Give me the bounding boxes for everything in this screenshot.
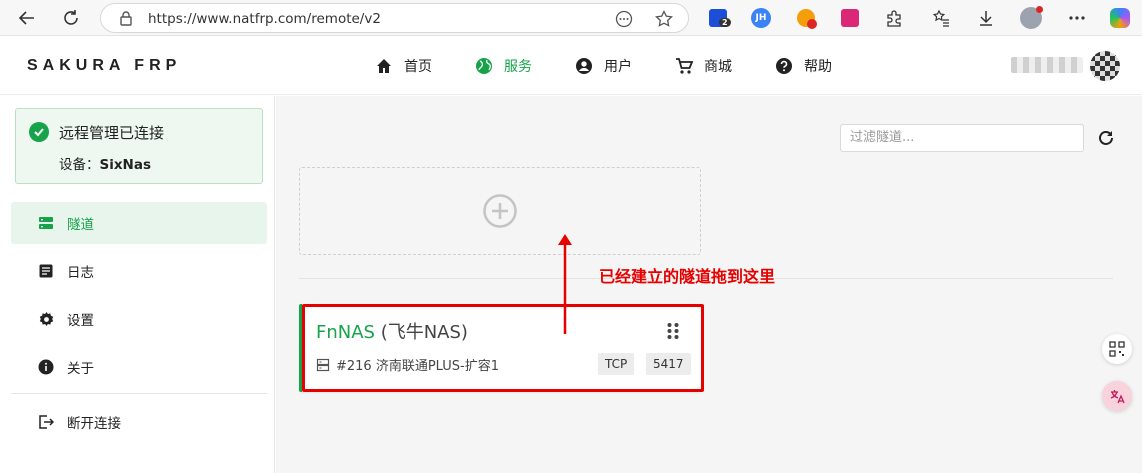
annotation-arrow-icon [558, 234, 572, 334]
extension-trello-icon[interactable]: 2 [707, 7, 731, 29]
more-menu-icon[interactable] [1066, 7, 1088, 29]
account-icon [574, 56, 594, 76]
nav-label: 商城 [704, 59, 732, 75]
nav-label: 首页 [404, 59, 432, 75]
sidebar-item-label: 设置 [67, 313, 94, 329]
device-info: 设备：SixNas [59, 153, 151, 173]
app-header: SAKURA FRP 首页 服务 用户 商城 帮助 [0, 37, 1142, 95]
browser-toolbar: https://www.natfrp.com/remote/v2 2 JH [0, 0, 1142, 36]
filter-input[interactable]: 过滤隧道... [840, 124, 1084, 152]
add-circle-icon[interactable] [482, 193, 518, 229]
annotation-highlight-box [302, 304, 704, 392]
reload-icon [64, 10, 78, 25]
help-icon [774, 56, 794, 76]
nav-label: 帮助 [804, 59, 832, 75]
nav-help[interactable]: 帮助 [774, 55, 832, 77]
extension-badge: 2 [719, 18, 731, 27]
back-arrow-icon [18, 11, 34, 25]
tunnel-icon [37, 214, 55, 232]
home-icon [374, 56, 394, 76]
refresh-icon [1099, 131, 1113, 145]
remote-status-card: 远程管理已连接 设备：SixNas [15, 108, 263, 184]
address-bar[interactable]: https://www.natfrp.com/remote/v2 [100, 3, 689, 33]
back-button[interactable] [15, 6, 39, 30]
nav-user[interactable]: 用户 [574, 55, 632, 77]
qr-icon [1109, 341, 1125, 357]
globe-icon [474, 56, 494, 76]
cart-icon [674, 56, 694, 76]
device-name: SixNas [99, 157, 152, 173]
sidebar-item-about[interactable]: 关于 [11, 346, 267, 388]
download-icon[interactable] [975, 7, 997, 29]
sidebar-item-tunnels[interactable]: 隧道 [11, 202, 267, 244]
device-label: 设备： [59, 157, 100, 173]
favorites-list-icon[interactable] [930, 7, 952, 29]
nav-label: 服务 [504, 59, 532, 75]
log-icon [37, 262, 55, 280]
nav-service[interactable]: 服务 [474, 55, 532, 77]
sidebar-item-settings[interactable]: 设置 [11, 298, 267, 340]
translate-icon [1110, 390, 1125, 404]
nav-label: 用户 [604, 59, 632, 75]
lock-icon [120, 11, 132, 26]
user-avatar[interactable] [1090, 51, 1120, 81]
sidebar-divider [11, 393, 267, 394]
sidebar-item-label: 断开连接 [67, 416, 121, 432]
username-blurred[interactable] [1011, 57, 1083, 73]
sidebar-item-label: 日志 [67, 265, 94, 281]
jh-label: JH [751, 8, 771, 28]
reload-button[interactable] [59, 6, 83, 30]
extension-jh-icon[interactable]: JH [750, 7, 772, 29]
info-icon [37, 358, 55, 376]
extension-translate-icon[interactable] [839, 7, 861, 29]
sidebar-item-logs[interactable]: 日志 [11, 250, 267, 292]
nav-shop[interactable]: 商城 [674, 55, 732, 77]
more-dots-circle-icon[interactable] [615, 10, 633, 28]
translate-float-button[interactable] [1102, 381, 1132, 411]
refresh-button[interactable] [1095, 127, 1117, 149]
logout-icon [37, 413, 55, 431]
extensions-puzzle-icon[interactable] [883, 7, 905, 29]
sidebar-item-label: 关于 [67, 361, 94, 377]
extension-blocker-icon[interactable] [795, 7, 817, 29]
disconnect-button[interactable]: 断开连接 [11, 401, 267, 443]
qr-code-float-button[interactable] [1102, 334, 1132, 364]
add-tunnel-dropzone[interactable] [299, 167, 701, 255]
check-circle-icon [29, 122, 49, 142]
url-text: https://www.natfrp.com/remote/v2 [148, 11, 381, 27]
favorite-star-icon[interactable] [655, 10, 673, 28]
sidebar-item-label: 隧道 [67, 217, 94, 233]
brand-logo[interactable]: SAKURA FRP [27, 57, 181, 75]
status-title: 远程管理已连接 [59, 124, 165, 142]
settings-icon [37, 310, 55, 328]
sidebar: 远程管理已连接 设备：SixNas 隧道 日志 设置 关于 断开连接 [0, 96, 275, 473]
nav-home[interactable]: 首页 [374, 55, 432, 77]
annotation-text: 已经建立的隧道拖到这里 [599, 267, 776, 286]
copilot-icon[interactable] [1109, 7, 1131, 29]
profile-avatar-icon[interactable] [1020, 6, 1043, 29]
